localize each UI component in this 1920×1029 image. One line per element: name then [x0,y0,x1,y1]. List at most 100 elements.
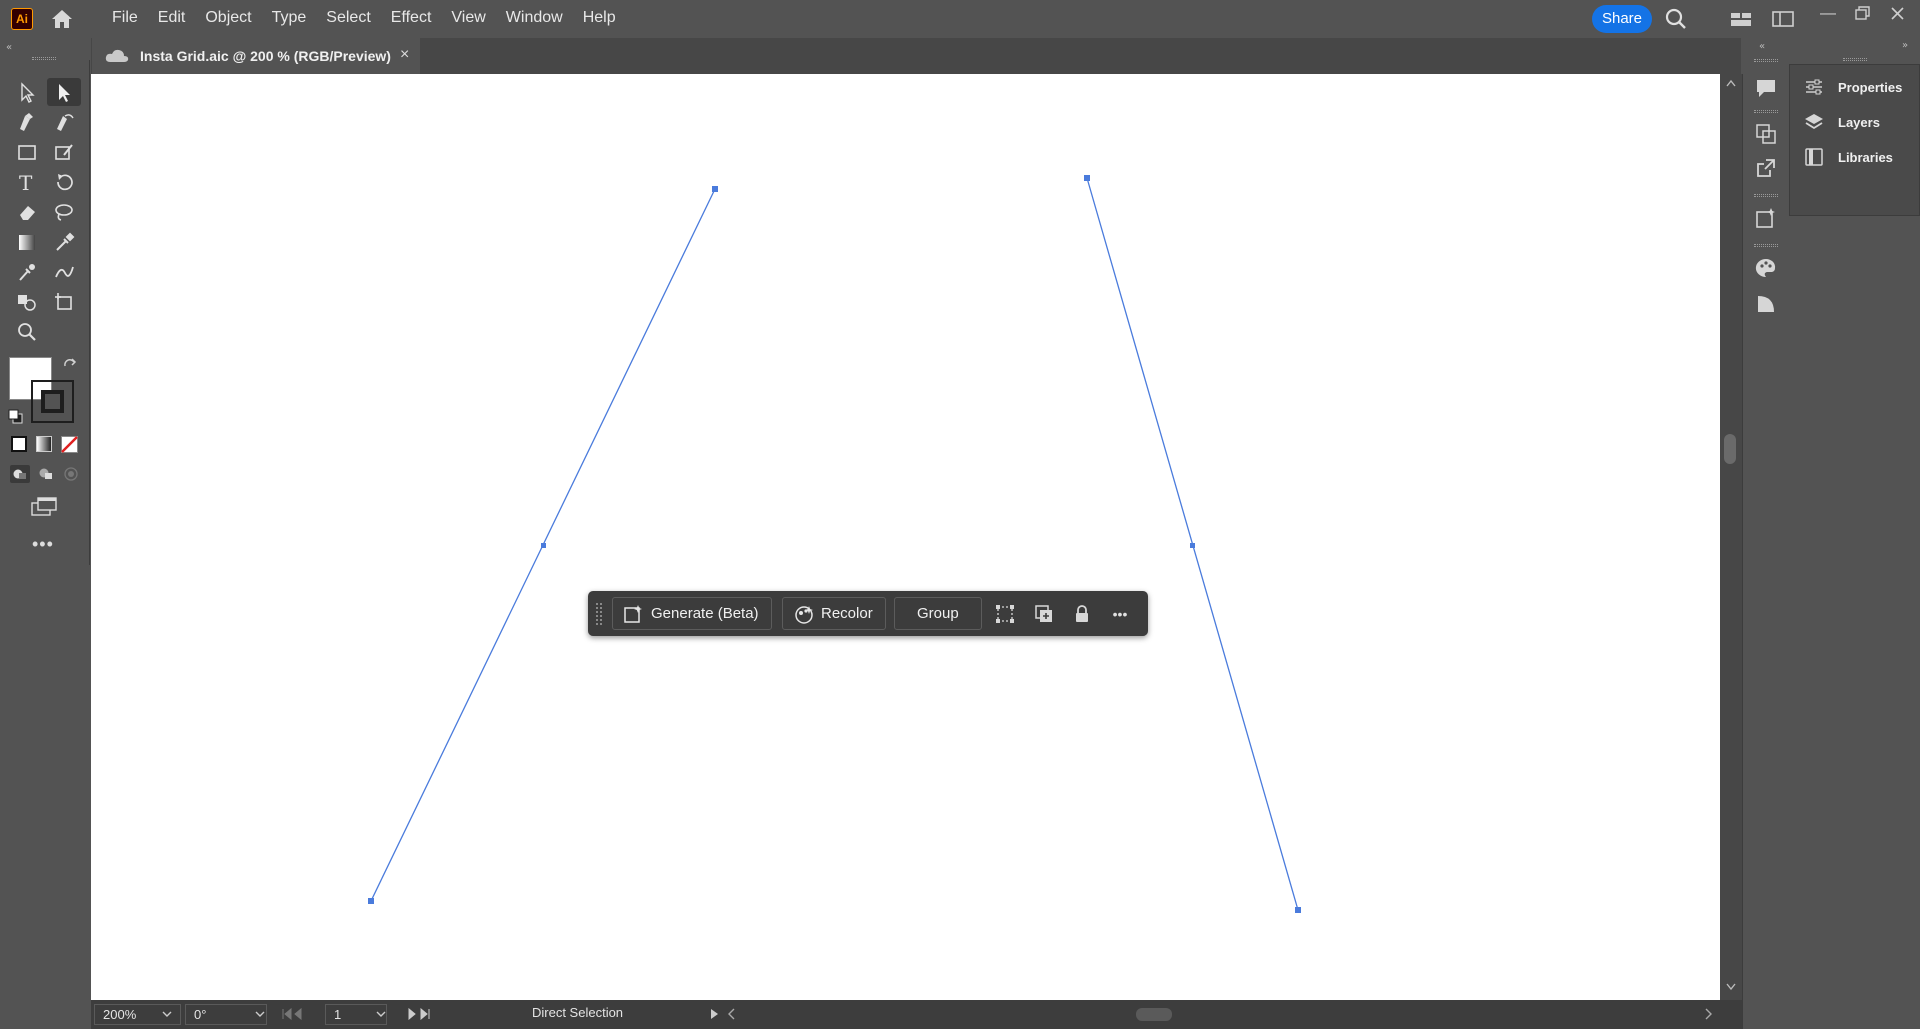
next-artboard-icon[interactable] [407,1008,437,1020]
panel-tab-libraries[interactable]: Libraries [1804,143,1919,171]
eyedropper-tool-icon[interactable] [47,228,81,256]
collapse-toolbar-icon[interactable]: « [6,41,20,51]
menu-select[interactable]: Select [316,0,380,37]
vertical-scroll-thumb[interactable] [1724,434,1736,464]
scroll-left-icon[interactable] [727,1008,737,1020]
collapse-panels-icon[interactable]: » [1902,39,1916,49]
draw-behind-icon[interactable] [36,465,56,483]
menu-window[interactable]: Window [496,0,573,37]
panel-tab-layers[interactable]: Layers [1804,108,1919,136]
stroke-swatch[interactable] [31,380,74,423]
anchor-point[interactable] [1084,175,1090,181]
recolor-button[interactable]: Recolor [782,597,886,630]
generate-beta-button[interactable]: Generate (Beta) [612,597,772,630]
vertical-scrollbar[interactable] [1720,74,1742,1000]
shaper-tool-icon[interactable] [47,138,81,166]
draw-normal-icon[interactable] [10,465,30,483]
first-artboard-icon[interactable] [281,1008,311,1020]
rotate-tool-icon[interactable] [47,168,81,196]
libraries-icon [1805,148,1823,166]
arrange-documents-icon[interactable] [1728,7,1754,31]
gradient-tool-icon[interactable] [10,228,44,256]
comments-icon[interactable] [1751,74,1781,102]
artboard-dropdown-icon[interactable] [375,1010,387,1018]
zoom-dropdown-icon[interactable] [161,1010,173,1018]
lock-icon[interactable] [1070,602,1094,626]
anchor-point[interactable] [368,898,374,904]
more-options-icon[interactable]: ••• [1108,602,1132,626]
puppet-warp-tool-icon[interactable] [47,258,81,286]
workspace-switcher-icon[interactable] [1770,7,1796,31]
color-palette-icon[interactable] [1751,254,1781,282]
group-button[interactable]: Group [894,597,982,630]
rectangle-tool-icon[interactable] [10,138,44,166]
isolate-icon[interactable] [993,602,1017,626]
gradient-mode-icon[interactable] [36,436,52,452]
rotation-dropdown-icon[interactable] [254,1010,266,1018]
right-path[interactable] [1084,175,1301,913]
menu-effect[interactable]: Effect [381,0,442,37]
scroll-up-icon[interactable] [1725,78,1737,88]
color-picker-tool-icon[interactable] [10,258,44,286]
menu-file[interactable]: File [102,0,148,37]
scroll-down-icon[interactable] [1725,982,1737,992]
properties-label: Properties [1838,79,1903,95]
panel-grip[interactable] [1754,110,1778,113]
color-mode-icon[interactable] [11,436,27,452]
curvature-tool-icon[interactable] [47,108,81,136]
menu-view[interactable]: View [441,0,495,37]
duplicate-icon[interactable] [1032,602,1056,626]
svg-text:T: T [19,171,33,193]
gradient-panel-icon[interactable] [1751,290,1781,318]
pen-tool-icon[interactable] [10,108,44,136]
contextual-task-bar: Generate (Beta) Recolor Group ••• [588,591,1148,636]
eraser-tool-icon[interactable] [10,198,44,226]
status-bar-content: 200% 0° 1 Direct Selection [91,1000,1742,1029]
zoom-tool-icon[interactable] [10,318,44,346]
panel-grip[interactable] [1843,58,1867,61]
type-tool-icon[interactable]: T [10,168,44,196]
current-tool-label: Direct Selection [532,1005,624,1020]
anchor-point[interactable] [712,186,718,192]
generative-icon[interactable] [1751,204,1781,232]
left-path[interactable] [368,186,718,904]
shape-builder-tool-icon[interactable] [10,288,44,316]
export-icon[interactable] [1751,154,1781,182]
scroll-right-icon[interactable] [1703,1008,1713,1020]
default-fill-stroke-icon[interactable] [8,409,24,425]
lasso-tool-icon[interactable] [47,198,81,226]
edit-toolbar-icon[interactable]: ••• [32,534,54,555]
artboard-canvas[interactable] [91,74,1721,1000]
horizontal-scroll-thumb[interactable] [1136,1008,1172,1021]
direct-selection-tool-icon[interactable] [47,78,81,106]
menu-help[interactable]: Help [573,0,626,37]
home-icon[interactable] [48,7,76,31]
panel-tab-properties[interactable]: Properties [1804,73,1919,101]
document-tab[interactable]: Insta Grid.aic @ 200 % (RGB/Preview) × [92,38,420,74]
menu-edit[interactable]: Edit [148,0,196,37]
selection-tool-icon[interactable] [10,78,44,106]
draw-inside-icon[interactable] [62,465,80,483]
swap-fill-stroke-icon[interactable] [62,357,78,373]
close-tab-icon[interactable]: × [400,46,409,64]
cloud-document-icon [105,49,129,62]
search-icon[interactable] [1663,7,1689,31]
expand-panels-icon[interactable]: « [1759,40,1773,50]
artboard-tool-icon[interactable] [47,288,81,316]
pathfinder-icon[interactable] [1751,120,1781,148]
close-window-icon[interactable] [1885,2,1911,26]
menu-type[interactable]: Type [262,0,317,37]
panel-grip[interactable] [1754,244,1778,247]
panel-grip[interactable] [1754,194,1778,197]
taskbar-grip[interactable] [596,603,602,625]
share-button[interactable]: Share [1592,5,1652,33]
restore-icon[interactable] [1850,2,1876,26]
panel-grip[interactable] [1754,59,1778,62]
status-menu-icon[interactable] [708,1008,720,1020]
menu-object[interactable]: Object [195,0,261,37]
none-mode-icon[interactable] [61,436,78,453]
center-point [1190,543,1195,548]
minimize-icon[interactable]: — [1815,2,1841,26]
change-screen-mode-icon[interactable] [30,496,60,518]
anchor-point[interactable] [1295,907,1301,913]
